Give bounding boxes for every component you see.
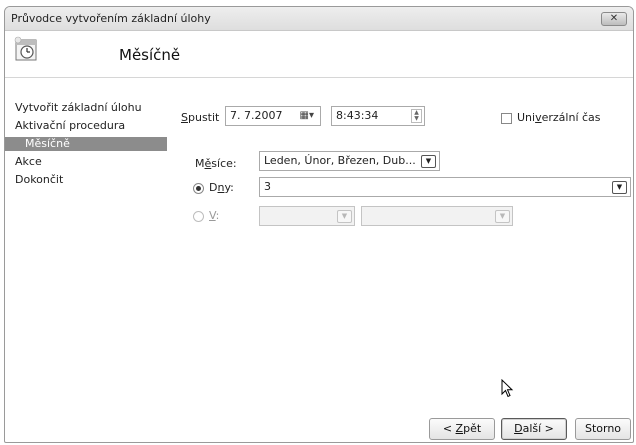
weekday-dropdown-button[interactable]: ▼	[495, 210, 510, 223]
close-button[interactable]: ✕	[601, 12, 627, 26]
start-label: Spustit	[181, 111, 220, 124]
universal-time-label: Univerzální čas	[517, 111, 601, 124]
start-time-field[interactable]: 8:43:34 ▲ ▼	[331, 106, 425, 126]
months-select[interactable]: Leden, Únor, Březen, Dub...	[259, 151, 440, 171]
wizard-steps: Vytvořit základní úlohu Aktivační proced…	[5, 99, 167, 189]
on-label: V:	[209, 209, 220, 222]
close-icon: ✕	[609, 13, 619, 24]
days-value: 3	[264, 180, 271, 193]
chevron-down-icon: ▼	[499, 212, 506, 220]
mouse-cursor-icon	[501, 379, 514, 398]
chevron-down-icon: ▼	[616, 183, 623, 191]
header-divider	[5, 77, 633, 78]
time-spinner[interactable]: ▲ ▼	[411, 109, 422, 123]
nav-item-finish: Dokončit	[15, 173, 64, 186]
weekday-select[interactable]	[361, 206, 513, 226]
week-dropdown-button[interactable]: ▼	[337, 210, 352, 223]
universal-time-checkbox[interactable]	[501, 113, 512, 124]
nav-item-trigger: Aktivační procedura	[15, 119, 126, 132]
on-radio[interactable]	[193, 211, 204, 222]
nav-item-action: Akce	[15, 155, 42, 168]
days-dropdown-button[interactable]: ▼	[612, 181, 627, 194]
back-button[interactable]: < Zpět	[429, 418, 495, 440]
months-value: Leden, Únor, Březen, Dub...	[264, 154, 416, 167]
title-bar: Průvodce vytvořením základní úlohy ✕	[5, 7, 633, 31]
days-select[interactable]: 3	[259, 177, 631, 197]
chevron-down-icon: ▼	[341, 212, 348, 220]
nav-item-create-basic-task: Vytvořit základní úlohu	[15, 101, 142, 114]
nav-item-monthly: Měsíčně	[5, 137, 167, 151]
chevron-down-icon: ▼	[425, 157, 432, 165]
months-label: Měsíce:	[195, 157, 237, 170]
days-label: Dny:	[209, 181, 234, 194]
page-title: Měsíčně	[119, 46, 181, 64]
days-radio[interactable]	[193, 183, 204, 194]
start-date-picker[interactable]: 7. 7.2007 ▦▾	[225, 106, 321, 126]
next-button[interactable]: Další >	[501, 418, 567, 440]
calendar-dropdown-icon[interactable]: ▦▾	[300, 107, 314, 125]
calendar-clock-icon	[14, 36, 37, 61]
wizard-header: Měsíčně	[5, 32, 633, 77]
start-time-value: 8:43:34	[336, 109, 379, 122]
months-dropdown-button[interactable]: ▼	[421, 155, 436, 168]
cancel-button[interactable]: Storno	[575, 418, 631, 440]
start-date-value: 7. 7.2007	[230, 109, 283, 122]
window-title: Průvodce vytvořením základní úlohy	[11, 12, 211, 25]
wizard-window: Průvodce vytvořením základní úlohy ✕ Měs…	[4, 6, 634, 443]
